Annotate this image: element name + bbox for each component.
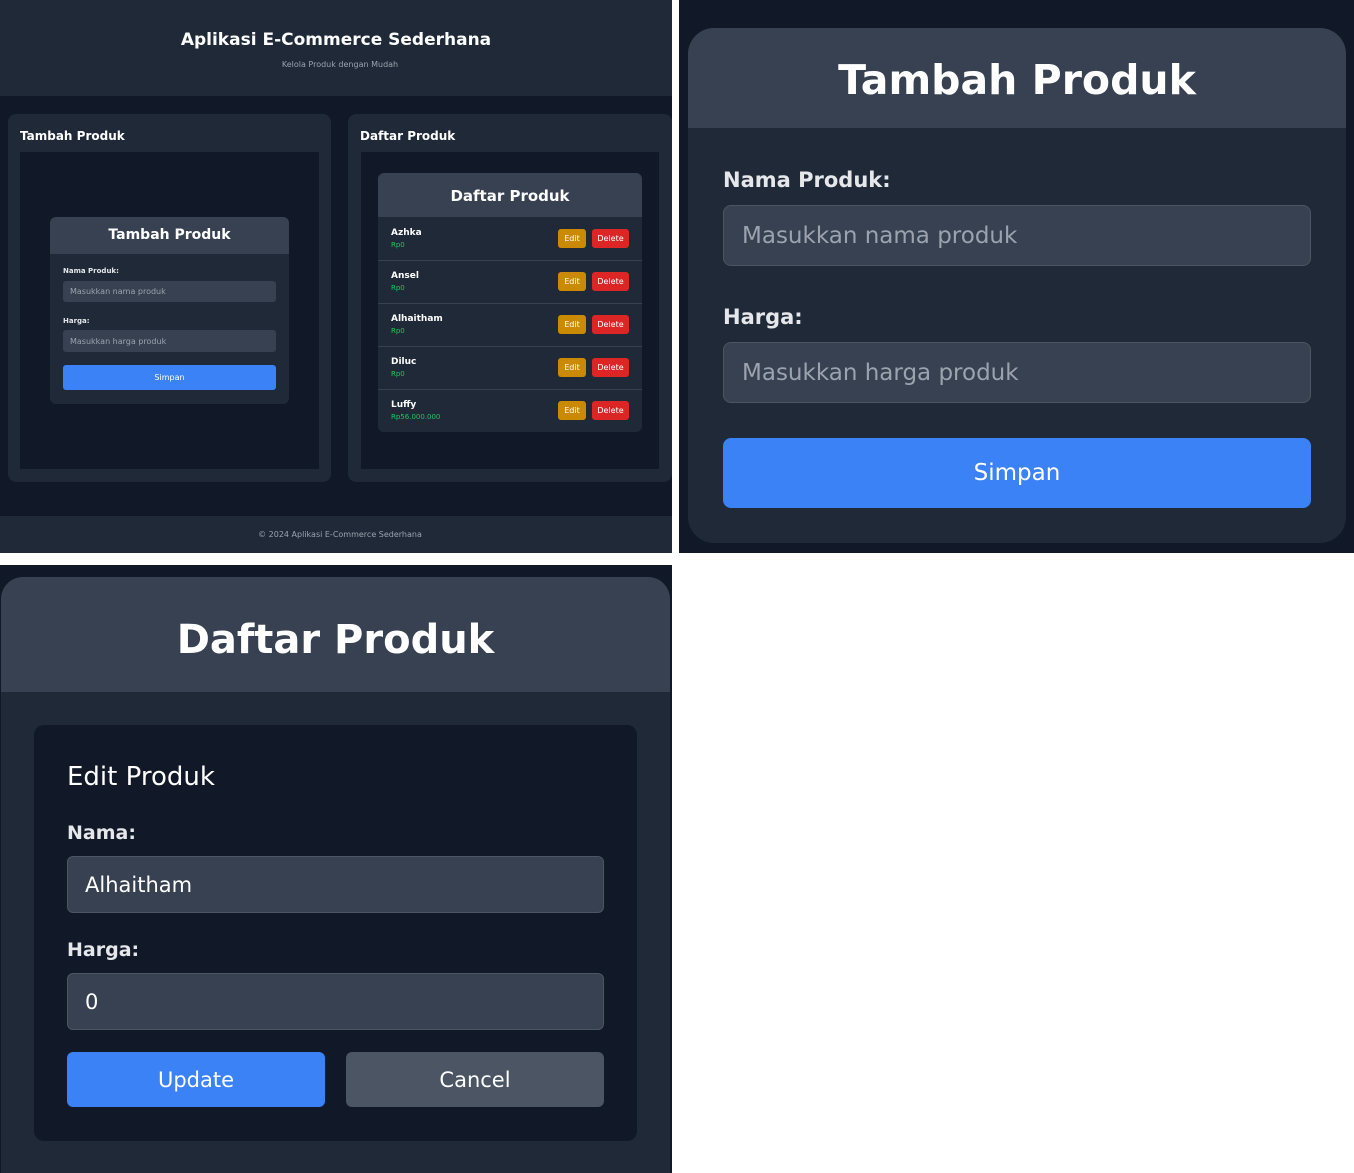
edit-button[interactable]: Edit [558, 358, 586, 377]
product-price: Rp0 [391, 327, 405, 335]
product-price: Rp0 [391, 284, 405, 292]
add-product-card-title: Tambah Produk [20, 129, 125, 143]
edit-button[interactable]: Edit [558, 229, 586, 248]
edit-product-title: Edit Produk [67, 762, 215, 792]
edit-price-input[interactable]: 0 [67, 973, 604, 1030]
delete-button[interactable]: Delete [592, 358, 629, 377]
product-name-input[interactable]: Masukkan nama produk [723, 205, 1311, 266]
edit-name-label: Nama: [67, 822, 136, 844]
save-button[interactable]: Simpan [63, 365, 276, 390]
product-price: Rp0 [391, 241, 405, 249]
add-product-form: Tambah Produk Nama Produk: Masukkan nama… [50, 217, 289, 404]
delete-button[interactable]: Delete [592, 401, 629, 420]
edit-price-label: Harga: [67, 939, 140, 961]
footer-text: © 2024 Aplikasi E-Commerce Sederhana [258, 530, 422, 539]
product-list-header: Daftar Produk [1, 577, 670, 692]
cancel-button[interactable]: Cancel [346, 1052, 604, 1107]
add-product-form-title: Tambah Produk [50, 217, 289, 254]
edit-product-zoom-panel: Daftar Produk Edit Produk Nama: Alhaitha… [0, 565, 672, 1173]
edit-button[interactable]: Edit [558, 401, 586, 420]
add-product-frame: Tambah Produk Nama Produk: Masukkan nama… [20, 152, 319, 469]
product-name: Alhaitham [391, 314, 443, 324]
product-name-label: Nama Produk: [723, 168, 891, 192]
product-price-label: Harga: [723, 305, 803, 329]
product-price-label: Harga: [63, 317, 90, 325]
delete-button[interactable]: Delete [592, 315, 629, 334]
app-screenshot-panel: Aplikasi E-Commerce Sederhana Kelola Pro… [0, 0, 672, 553]
product-name: Diluc [391, 357, 417, 367]
app-subtitle: Kelola Produk dengan Mudah [281, 60, 399, 69]
add-product-form-zoom: Tambah Produk Nama Produk: Masukkan nama… [688, 28, 1346, 543]
delete-button[interactable]: Delete [592, 272, 629, 291]
product-price-input[interactable]: Masukkan harga produk [63, 330, 276, 352]
product-list: Daftar Produk Azhka Rp0 Edit Delete Anse… [378, 173, 642, 432]
product-row: Alhaitham Rp0 Edit Delete [378, 303, 642, 347]
product-price-input[interactable]: Masukkan harga produk [723, 342, 1311, 403]
product-row: Diluc Rp0 Edit Delete [378, 346, 642, 390]
update-button[interactable]: Update [67, 1052, 325, 1107]
add-product-form-title: Tambah Produk [838, 56, 1196, 104]
product-list-card-title: Daftar Produk [360, 129, 456, 143]
app-footer: © 2024 Aplikasi E-Commerce Sederhana [0, 516, 672, 553]
product-list-title: Daftar Produk [176, 617, 495, 663]
edit-name-input[interactable]: Alhaitham [67, 856, 604, 913]
edit-product-form: Edit Produk Nama: Alhaitham Harga: 0 Upd… [34, 725, 637, 1141]
save-button[interactable]: Simpan [723, 438, 1311, 508]
edit-button[interactable]: Edit [558, 315, 586, 334]
app-header: Aplikasi E-Commerce Sederhana Kelola Pro… [0, 0, 672, 96]
product-price: Rp0 [391, 370, 405, 378]
product-name: Ansel [391, 271, 419, 281]
product-row: Ansel Rp0 Edit Delete [378, 260, 642, 304]
product-list-frame: Daftar Produk Azhka Rp0 Edit Delete Anse… [361, 152, 659, 469]
product-name: Azhka [391, 228, 422, 238]
product-list-zoom: Daftar Produk Edit Produk Nama: Alhaitha… [1, 577, 670, 1173]
delete-button[interactable]: Delete [592, 229, 629, 248]
product-list-card: Daftar Produk Daftar Produk Azhka Rp0 Ed… [348, 114, 672, 482]
add-product-form-header: Tambah Produk [688, 28, 1346, 128]
app-title: Aplikasi E-Commerce Sederhana [180, 30, 492, 50]
edit-button[interactable]: Edit [558, 272, 586, 291]
add-product-zoom-panel: Tambah Produk Nama Produk: Masukkan nama… [679, 0, 1354, 553]
product-row: Luffy Rp56.000.000 Edit Delete [378, 389, 642, 432]
add-product-card: Tambah Produk Tambah Produk Nama Produk:… [8, 114, 331, 482]
product-name: Luffy [391, 400, 417, 410]
product-name-label: Nama Produk: [63, 267, 119, 275]
product-name-input[interactable]: Masukkan nama produk [63, 281, 276, 302]
product-row: Azhka Rp0 Edit Delete [378, 217, 642, 261]
product-list-title: Daftar Produk [378, 173, 642, 217]
product-price: Rp56.000.000 [391, 413, 441, 421]
